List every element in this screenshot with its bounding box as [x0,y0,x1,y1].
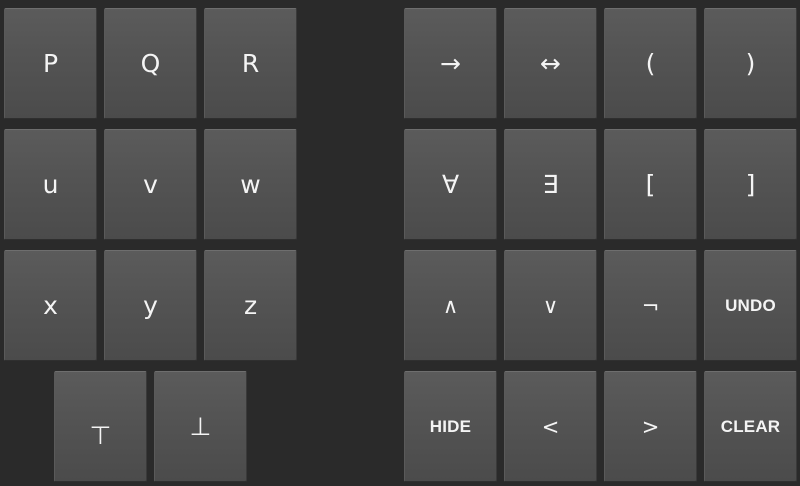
key-less-than[interactable]: < [504,371,597,482]
hide-button[interactable]: HIDE [404,371,497,482]
key-z[interactable]: z [204,250,297,361]
key-not[interactable]: ¬ [604,250,697,361]
key-Q[interactable]: Q [104,8,197,119]
key-right-paren[interactable]: ) [704,8,797,119]
key-R[interactable]: R [204,8,297,119]
key-exists[interactable]: ∃ [504,129,597,240]
key-top[interactable]: ⊤ [54,371,147,482]
key-or[interactable]: ∨ [504,250,597,361]
clear-button[interactable]: CLEAR [704,371,797,482]
key-iff[interactable]: ↔ [504,8,597,119]
key-left-paren[interactable]: ( [604,8,697,119]
key-u[interactable]: u [4,129,97,240]
key-implies[interactable]: → [404,8,497,119]
key-greater-than[interactable]: > [604,371,697,482]
key-and[interactable]: ∧ [404,250,497,361]
key-forall[interactable]: ∀ [404,129,497,240]
key-x[interactable]: x [4,250,97,361]
key-left-bracket[interactable]: [ [604,129,697,240]
key-P[interactable]: P [4,8,97,119]
key-y[interactable]: y [104,250,197,361]
undo-button[interactable]: UNDO [704,250,797,361]
logic-keyboard: P Q R u v w x y z ⊤ ⊥ → ↔ ( ) ∀ ∃ [ ] ∧ … [0,0,800,486]
key-right-bracket[interactable]: ] [704,129,797,240]
key-bottom[interactable]: ⊥ [154,371,247,482]
key-w[interactable]: w [204,129,297,240]
key-v[interactable]: v [104,129,197,240]
